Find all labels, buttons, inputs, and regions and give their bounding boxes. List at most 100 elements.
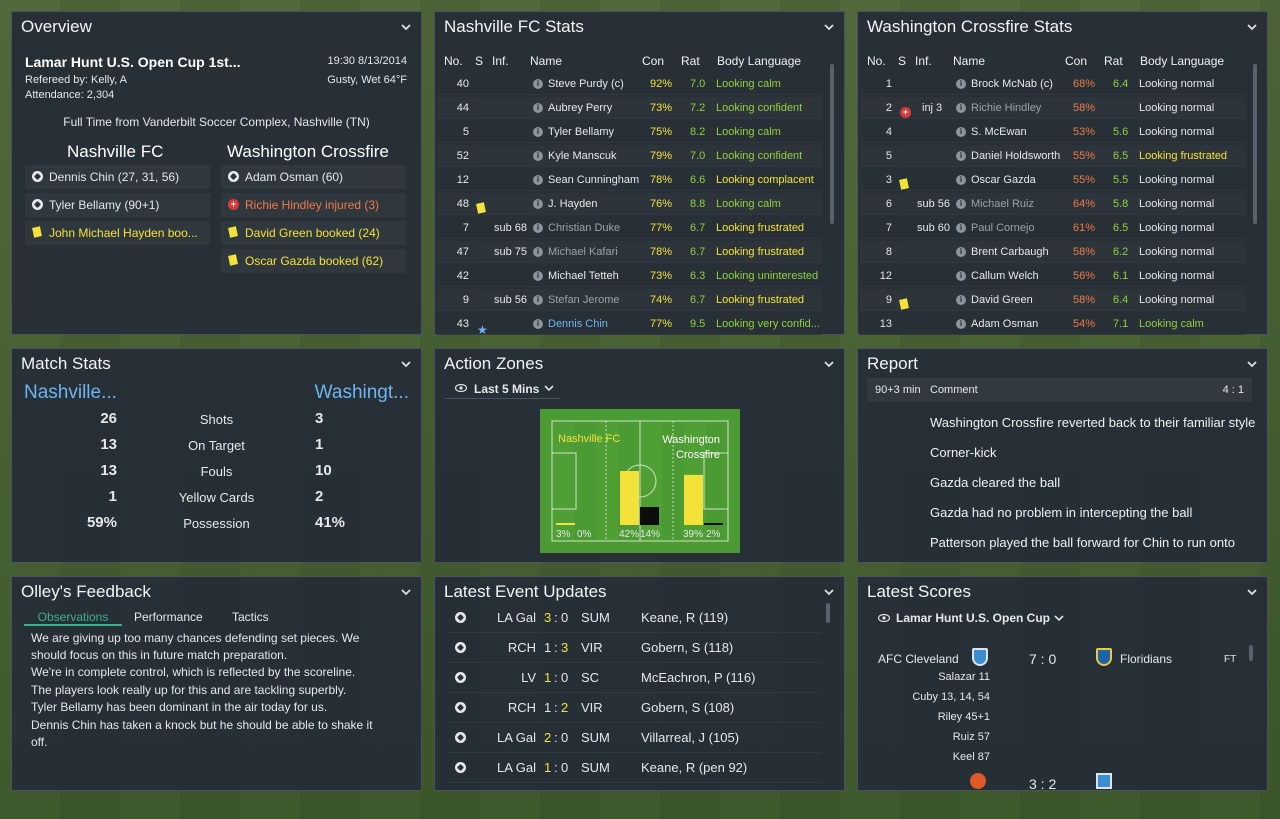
col-rat[interactable]: Rat bbox=[1104, 54, 1123, 68]
info-icon[interactable]: i bbox=[533, 271, 543, 281]
player-name[interactable]: Stefan Jerome bbox=[548, 294, 620, 306]
info-icon[interactable]: i bbox=[956, 127, 966, 137]
chevron-down-icon[interactable] bbox=[822, 357, 836, 371]
scrollbar[interactable] bbox=[1253, 64, 1257, 224]
chevron-down-icon[interactable] bbox=[399, 585, 413, 599]
home-team-name[interactable]: Nashville FC bbox=[67, 142, 163, 162]
player-name[interactable]: Aubrey Perry bbox=[548, 102, 612, 114]
info-icon[interactable]: i bbox=[956, 271, 966, 281]
chevron-down-icon[interactable] bbox=[822, 20, 836, 34]
scrollbar[interactable] bbox=[830, 64, 834, 224]
player-name[interactable]: Brent Carbaugh bbox=[971, 246, 1049, 258]
col-s[interactable]: S bbox=[898, 54, 906, 68]
player-name[interactable]: J. Hayden bbox=[548, 198, 598, 210]
player-row[interactable]: 40 i Steve Purdy (c) 92% 7.0 Looking calm bbox=[437, 73, 822, 95]
player-name[interactable]: Kyle Manscuk bbox=[548, 150, 616, 162]
player-name[interactable]: Adam Osman bbox=[971, 318, 1038, 330]
info-icon[interactable]: i bbox=[533, 247, 543, 257]
player-row[interactable]: 42 i Michael Tetteh 73% 6.3 Looking uninteres… bbox=[437, 265, 822, 287]
player-row[interactable]: 44 i Aubrey Perry 73% 7.2 Looking confident bbox=[437, 97, 822, 119]
player-name[interactable]: Christian Duke bbox=[548, 222, 620, 234]
player-row[interactable]: 5 i Tyler Bellamy 75% 8.2 Looking calm bbox=[437, 121, 822, 143]
col-s[interactable]: S bbox=[475, 54, 483, 68]
chevron-down-icon[interactable] bbox=[399, 357, 413, 371]
info-icon[interactable]: i bbox=[956, 79, 966, 89]
time-filter-dropdown[interactable]: Last 5 Mins bbox=[445, 377, 560, 399]
event-row[interactable]: RCH 1:3 VIR Gobern, S (118) bbox=[447, 633, 822, 663]
info-icon[interactable]: i bbox=[956, 319, 966, 329]
col-con[interactable]: Con bbox=[642, 54, 664, 68]
event-row[interactable]: LA Gal 2:0 SUM Villarreal, J (105) bbox=[447, 723, 822, 753]
col-body[interactable]: Body Language bbox=[717, 54, 801, 68]
player-row[interactable]: 6 sub 56 i Michael Ruiz 64% 5.8 Looking normal bbox=[860, 193, 1245, 215]
away-team-label[interactable]: Washingt... bbox=[315, 382, 409, 404]
player-row[interactable]: 48 i J. Hayden 76% 8.8 Looking calm bbox=[437, 193, 822, 215]
competition-dropdown[interactable]: Lamar Hunt U.S. Open Cup bbox=[868, 607, 1068, 629]
next-match-score[interactable]: 3 : 2 bbox=[1029, 776, 1056, 790]
info-icon[interactable]: i bbox=[956, 103, 966, 113]
info-icon[interactable]: i bbox=[533, 175, 543, 185]
player-name[interactable]: David Green bbox=[971, 294, 1033, 306]
player-name[interactable]: Dennis Chin bbox=[548, 318, 608, 330]
tab-observations[interactable]: Observations bbox=[24, 610, 122, 626]
player-row[interactable]: 7 sub 68 i Christian Duke 77% 6.7 Looking frus… bbox=[437, 217, 822, 239]
col-rat[interactable]: Rat bbox=[681, 54, 700, 68]
tab-performance[interactable]: Performance bbox=[134, 610, 203, 624]
player-name[interactable]: Sean Cunningham bbox=[548, 174, 639, 186]
player-row[interactable]: 4 i S. McEwan 53% 5.6 Looking normal bbox=[860, 121, 1245, 143]
col-con[interactable]: Con bbox=[1065, 54, 1087, 68]
info-icon[interactable]: i bbox=[533, 223, 543, 233]
info-icon[interactable]: i bbox=[956, 223, 966, 233]
info-icon[interactable]: i bbox=[956, 247, 966, 257]
col-name[interactable]: Name bbox=[953, 54, 985, 68]
player-name[interactable]: Daniel Holdsworth bbox=[971, 150, 1060, 162]
scrollbar[interactable] bbox=[1249, 645, 1253, 661]
chevron-down-icon[interactable] bbox=[1245, 20, 1259, 34]
player-name[interactable]: Brock McNab (c) bbox=[971, 78, 1053, 90]
info-icon[interactable]: i bbox=[533, 319, 543, 329]
event-row[interactable]: LV 1:0 SC McEachron, P (116) bbox=[447, 663, 822, 693]
player-name[interactable]: Michael Kafari bbox=[548, 246, 618, 258]
chevron-down-icon[interactable] bbox=[822, 585, 836, 599]
player-row[interactable]: 7 sub 60 i Paul Cornejo 61% 6.5 Looking normal bbox=[860, 217, 1245, 239]
player-name[interactable]: Richie Hindley bbox=[971, 102, 1041, 114]
info-icon[interactable]: i bbox=[956, 151, 966, 161]
info-icon[interactable]: i bbox=[533, 127, 543, 137]
col-inf[interactable]: Inf. bbox=[915, 54, 932, 68]
away-team-name[interactable]: Washington Crossfire bbox=[227, 142, 389, 162]
info-icon[interactable]: i bbox=[533, 295, 543, 305]
player-name[interactable]: Steve Purdy (c) bbox=[548, 78, 624, 90]
player-row[interactable]: 9 i David Green 58% 6.4 Looking normal bbox=[860, 289, 1245, 311]
event-row[interactable]: LA Gal 1:0 SUM Keane, R (pen 92) bbox=[447, 753, 822, 783]
col-inf[interactable]: Inf. bbox=[492, 54, 509, 68]
player-name[interactable]: S. McEwan bbox=[971, 126, 1027, 138]
player-row[interactable]: 5 i Daniel Holdsworth 55% 6.5 Looking frustra… bbox=[860, 145, 1245, 167]
player-row[interactable]: 2 + inj 3 i Richie Hindley 58% Looking normal bbox=[860, 97, 1245, 119]
player-name[interactable]: Callum Welch bbox=[971, 270, 1039, 282]
player-row[interactable]: 8 i Brent Carbaugh 58% 6.2 Looking normal bbox=[860, 241, 1245, 263]
chevron-down-icon[interactable] bbox=[1245, 585, 1259, 599]
col-no[interactable]: No. bbox=[444, 54, 463, 68]
player-name[interactable]: Michael Ruiz bbox=[971, 198, 1034, 210]
info-icon[interactable]: i bbox=[533, 199, 543, 209]
player-row[interactable]: 13 i Adam Osman 54% 7.1 Looking calm bbox=[860, 313, 1245, 335]
event-row[interactable]: LA Gal 3:0 SUM Keane, R (119) bbox=[447, 603, 822, 633]
score-home-team[interactable]: AFC Cleveland bbox=[878, 652, 959, 666]
player-name[interactable]: Tyler Bellamy bbox=[548, 126, 614, 138]
info-icon[interactable]: i bbox=[956, 295, 966, 305]
player-row[interactable]: 3 i Oscar Gazda 55% 5.5 Looking normal bbox=[860, 169, 1245, 191]
player-row[interactable]: 43 ★ i Dennis Chin 77% 9.5 Looking very confid… bbox=[437, 313, 822, 337]
scrollbar[interactable] bbox=[826, 603, 830, 623]
info-icon[interactable]: i bbox=[533, 79, 543, 89]
tab-tactics[interactable]: Tactics bbox=[232, 610, 269, 624]
player-row[interactable]: 47 sub 75 i Michael Kafari 78% 6.7 Looking fru… bbox=[437, 241, 822, 263]
chevron-down-icon[interactable] bbox=[1245, 357, 1259, 371]
info-icon[interactable]: i bbox=[533, 151, 543, 161]
col-body[interactable]: Body Language bbox=[1140, 54, 1224, 68]
info-icon[interactable]: i bbox=[533, 103, 543, 113]
chevron-down-icon[interactable] bbox=[399, 20, 413, 34]
event-row[interactable]: RCH 1:2 VIR Gobern, S (108) bbox=[447, 693, 822, 723]
competition-name[interactable]: Lamar Hunt U.S. Open Cup 1st... bbox=[25, 54, 240, 70]
info-icon[interactable]: i bbox=[956, 199, 966, 209]
info-icon[interactable]: i bbox=[956, 175, 966, 185]
